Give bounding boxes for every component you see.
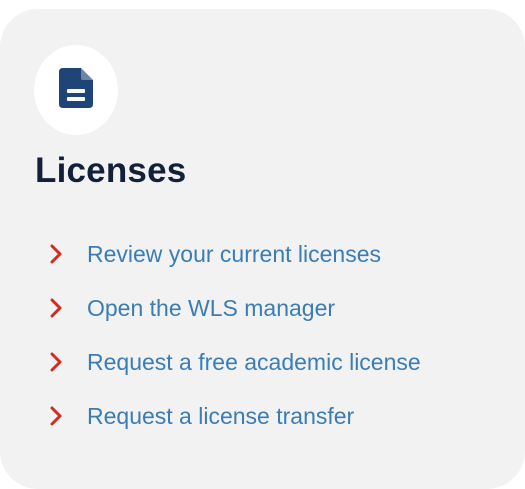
link-label[interactable]: Review your current licenses xyxy=(87,241,381,268)
chevron-right-icon xyxy=(48,352,64,372)
chevron-right-icon xyxy=(48,406,64,426)
chevron-right-icon xyxy=(48,244,64,264)
link-label[interactable]: Request a free academic license xyxy=(87,349,421,376)
license-links-list: Review your current licenses Open the WL… xyxy=(48,227,421,443)
document-icon xyxy=(59,67,93,113)
link-request-academic-license[interactable]: Request a free academic license xyxy=(48,335,421,389)
link-label[interactable]: Request a license transfer xyxy=(87,403,354,430)
icon-badge xyxy=(34,45,118,135)
card-title: Licenses xyxy=(35,151,187,190)
link-review-licenses[interactable]: Review your current licenses xyxy=(48,227,421,281)
licenses-card: Licenses Review your current licenses Op… xyxy=(0,9,525,489)
chevron-right-icon xyxy=(48,298,64,318)
link-request-license-transfer[interactable]: Request a license transfer xyxy=(48,389,421,443)
link-label[interactable]: Open the WLS manager xyxy=(87,295,335,322)
link-open-wls-manager[interactable]: Open the WLS manager xyxy=(48,281,421,335)
